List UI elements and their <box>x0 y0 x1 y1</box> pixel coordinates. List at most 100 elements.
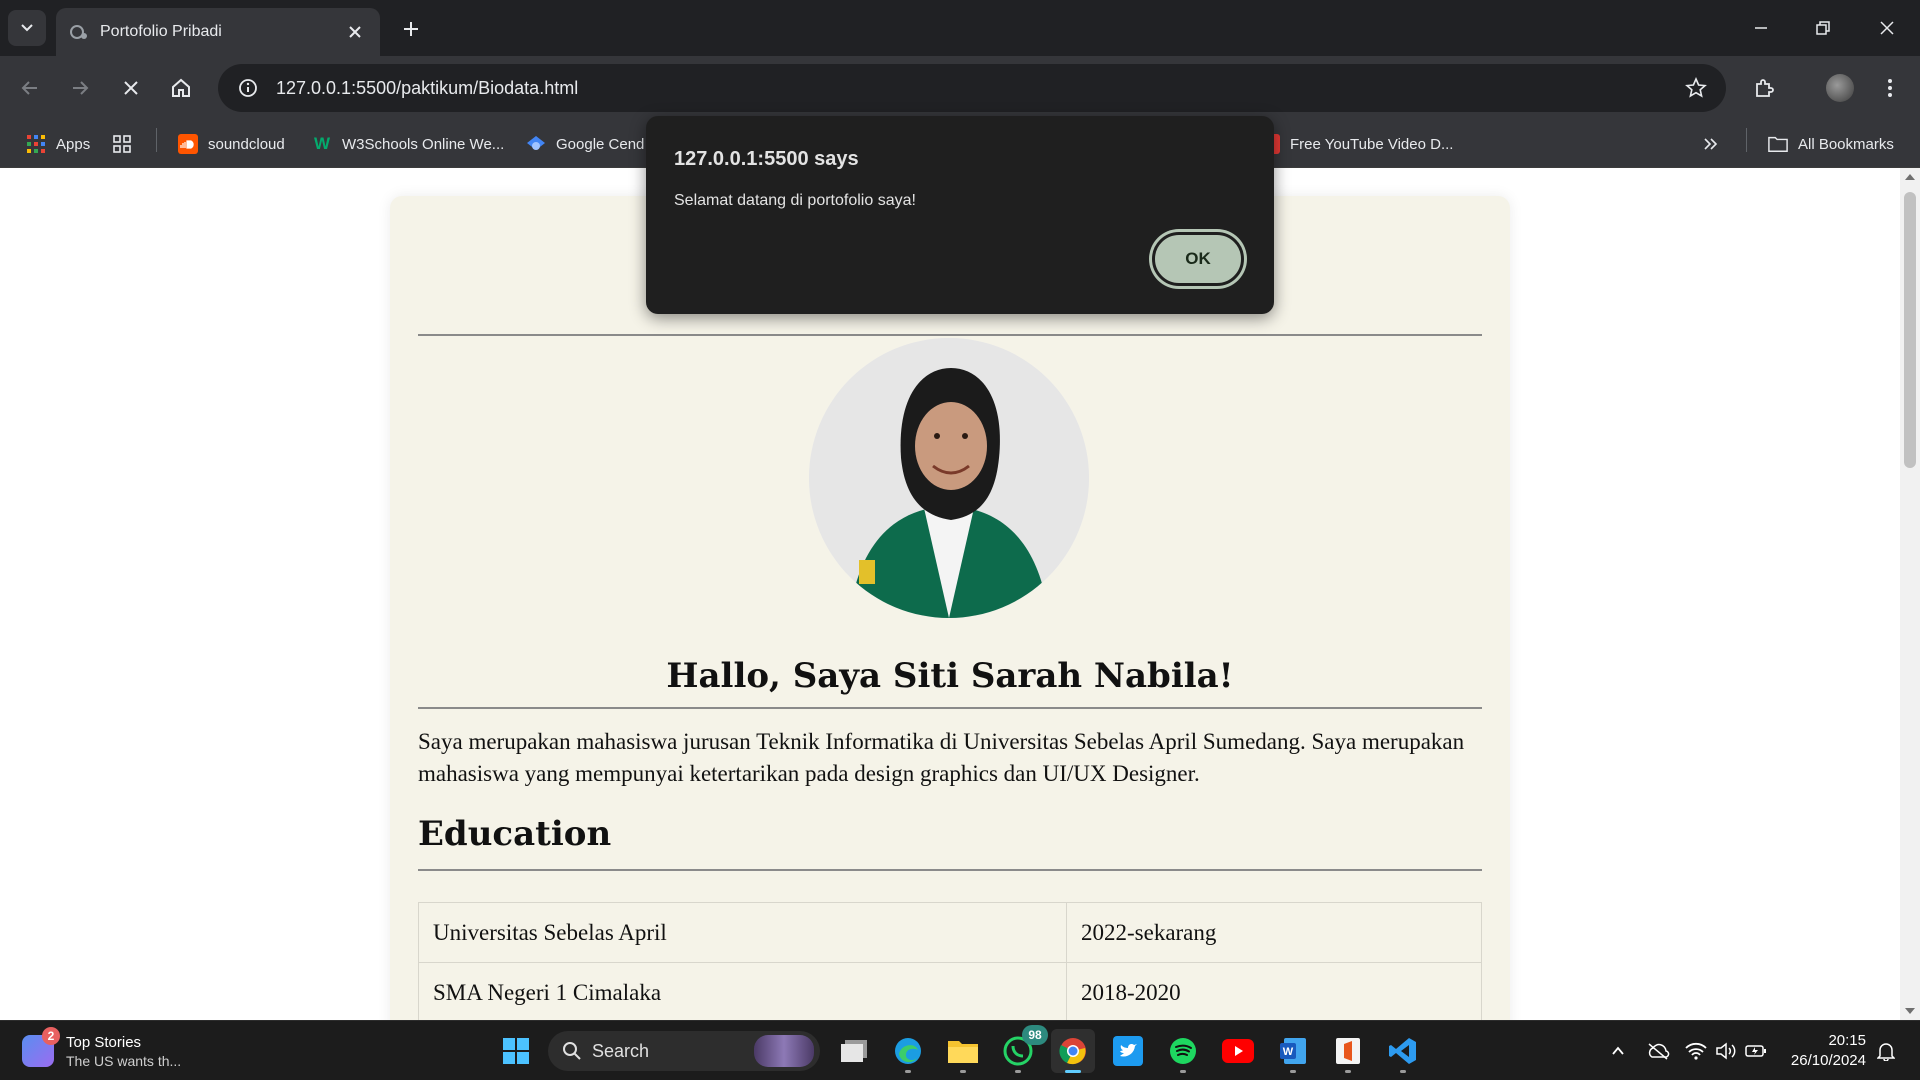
twitter-app[interactable] <box>1106 1029 1150 1073</box>
search-label: Search <box>592 1040 650 1061</box>
wifi-icon <box>1685 1042 1707 1060</box>
search-highlight-image <box>754 1035 814 1067</box>
vscode-app[interactable] <box>1381 1029 1425 1073</box>
home-icon <box>172 78 190 97</box>
forward-button[interactable] <box>62 70 98 106</box>
battery-button[interactable] <box>1744 1039 1768 1063</box>
file-explorer-app[interactable] <box>941 1029 985 1073</box>
chrome-icon <box>1059 1038 1086 1065</box>
chevron-double-right-icon <box>1704 138 1718 150</box>
office-app[interactable] <box>1326 1029 1370 1073</box>
search-icon <box>563 1042 581 1060</box>
bookmark-apps[interactable]: Apps <box>26 128 90 160</box>
tab-active[interactable]: Portofolio Pribadi <box>56 8 380 56</box>
bookmark-divider <box>156 128 157 152</box>
school-cell: Universitas Sebelas April <box>418 902 1067 963</box>
restore-icon <box>1816 21 1830 35</box>
bookmark-google-cendekia[interactable]: Google Cend <box>526 128 644 160</box>
tab-groups-icon <box>113 135 131 153</box>
page-title: Hallo, Saya Siti Sarah Nabila! <box>666 656 1234 696</box>
portfolio-card: Hallo, Saya Siti Sarah Nabila! Saya meru… <box>390 196 1510 1020</box>
scroll-down-icon[interactable] <box>1905 1008 1915 1014</box>
folder-icon <box>1768 134 1788 154</box>
plus-icon <box>404 22 418 36</box>
youtube-app[interactable] <box>1216 1029 1260 1073</box>
bookmark-label: Free YouTube Video D... <box>1290 135 1454 153</box>
close-icon[interactable] <box>344 21 366 43</box>
more-bookmarks-button[interactable] <box>1702 128 1718 160</box>
edge-icon <box>895 1038 921 1064</box>
years-cell: 2018-2020 <box>1066 962 1482 1020</box>
cloud-offline-button[interactable] <box>1646 1039 1670 1063</box>
news-title: Top Stories <box>66 1033 142 1051</box>
profile-button[interactable] <box>1822 70 1858 106</box>
title-divider <box>418 707 1482 709</box>
puzzle-icon <box>1756 79 1774 97</box>
tab-groups-button[interactable] <box>112 128 132 160</box>
windows-logo-icon <box>503 1038 529 1064</box>
bookmark-soundcloud[interactable]: soundcloud <box>178 128 285 160</box>
tab-search-button[interactable] <box>8 10 46 46</box>
years-cell: 2022-sekarang <box>1066 902 1482 963</box>
word-app[interactable]: W <box>1271 1029 1315 1073</box>
close-window-button[interactable] <box>1864 10 1910 46</box>
bookmark-label: soundcloud <box>208 135 285 153</box>
running-indicator <box>960 1070 966 1073</box>
menu-button[interactable] <box>1872 70 1908 106</box>
browser-toolbar: 127.0.0.1:5500/paktikum/Biodata.html <box>0 56 1920 120</box>
clock-date: 26/10/2024 <box>1790 1052 1866 1069</box>
task-view-button[interactable] <box>832 1029 876 1073</box>
address-bar[interactable]: 127.0.0.1:5500/paktikum/Biodata.html <box>218 64 1726 112</box>
battery-charging-icon <box>1745 1045 1766 1057</box>
scroll-thumb[interactable] <box>1904 192 1916 468</box>
bookmark-all-bookmarks[interactable]: All Bookmarks <box>1768 128 1894 160</box>
restore-button[interactable] <box>1800 10 1846 46</box>
scroll-up-icon[interactable] <box>1905 174 1915 180</box>
bookmark-star-icon[interactable] <box>1672 64 1720 112</box>
bookmark-youtube-downloader[interactable]: Free YouTube Video D... <box>1266 128 1453 160</box>
cloud-off-icon <box>1648 1043 1670 1060</box>
taskbar-search[interactable]: Search <box>548 1031 820 1071</box>
spotify-app[interactable] <box>1161 1029 1205 1073</box>
soundcloud-icon <box>178 134 198 154</box>
education-divider <box>418 869 1482 871</box>
office-icon <box>1336 1038 1360 1064</box>
tab-strip: Portofolio Pribadi <box>0 0 1920 56</box>
minimize-button[interactable] <box>1738 10 1784 46</box>
speaker-icon <box>1716 1042 1736 1060</box>
edge-app[interactable] <box>886 1029 930 1073</box>
system-clock[interactable]: 20:15 26/10/2024 <box>1786 1031 1866 1071</box>
news-badge: 2 <box>42 1027 60 1045</box>
close-icon <box>124 81 138 95</box>
news-subtitle: The US wants th... <box>66 1052 182 1069</box>
notifications-button[interactable] <box>1874 1039 1898 1063</box>
start-button[interactable] <box>494 1029 538 1073</box>
bookmark-w3schools[interactable]: W W3Schools Online We... <box>312 128 504 160</box>
widgets-icon: 2 <box>22 1027 60 1067</box>
show-hidden-icons-button[interactable] <box>1606 1039 1630 1063</box>
education-heading: Education <box>418 814 612 854</box>
back-button[interactable] <box>12 70 48 106</box>
wifi-button[interactable] <box>1684 1039 1708 1063</box>
chrome-app[interactable] <box>1051 1029 1095 1073</box>
running-indicator <box>1015 1070 1021 1073</box>
bookmark-label: Apps <box>56 135 91 153</box>
running-indicator <box>1290 1070 1296 1073</box>
ok-button[interactable]: OK <box>1152 232 1244 286</box>
extensions-button[interactable] <box>1746 70 1782 106</box>
more-vertical-icon <box>1888 79 1892 97</box>
task-view-icon <box>841 1040 867 1062</box>
url-text[interactable]: 127.0.0.1:5500/paktikum/Biodata.html <box>272 78 1672 99</box>
stop-loading-button[interactable] <box>113 70 149 106</box>
loading-favicon-icon <box>70 23 88 41</box>
bookmark-divider <box>1746 128 1747 152</box>
arrow-left-icon <box>21 81 37 95</box>
whatsapp-app[interactable]: 98 <box>996 1025 1048 1073</box>
news-widget[interactable]: 2 Top Stories The US wants th... <box>22 1027 242 1073</box>
new-tab-button[interactable] <box>396 14 426 44</box>
page-scrollbar[interactable] <box>1900 168 1920 1020</box>
spotify-icon <box>1170 1038 1196 1064</box>
home-button[interactable] <box>163 70 199 106</box>
site-info-icon[interactable] <box>224 64 272 112</box>
volume-button[interactable] <box>1714 1039 1738 1063</box>
